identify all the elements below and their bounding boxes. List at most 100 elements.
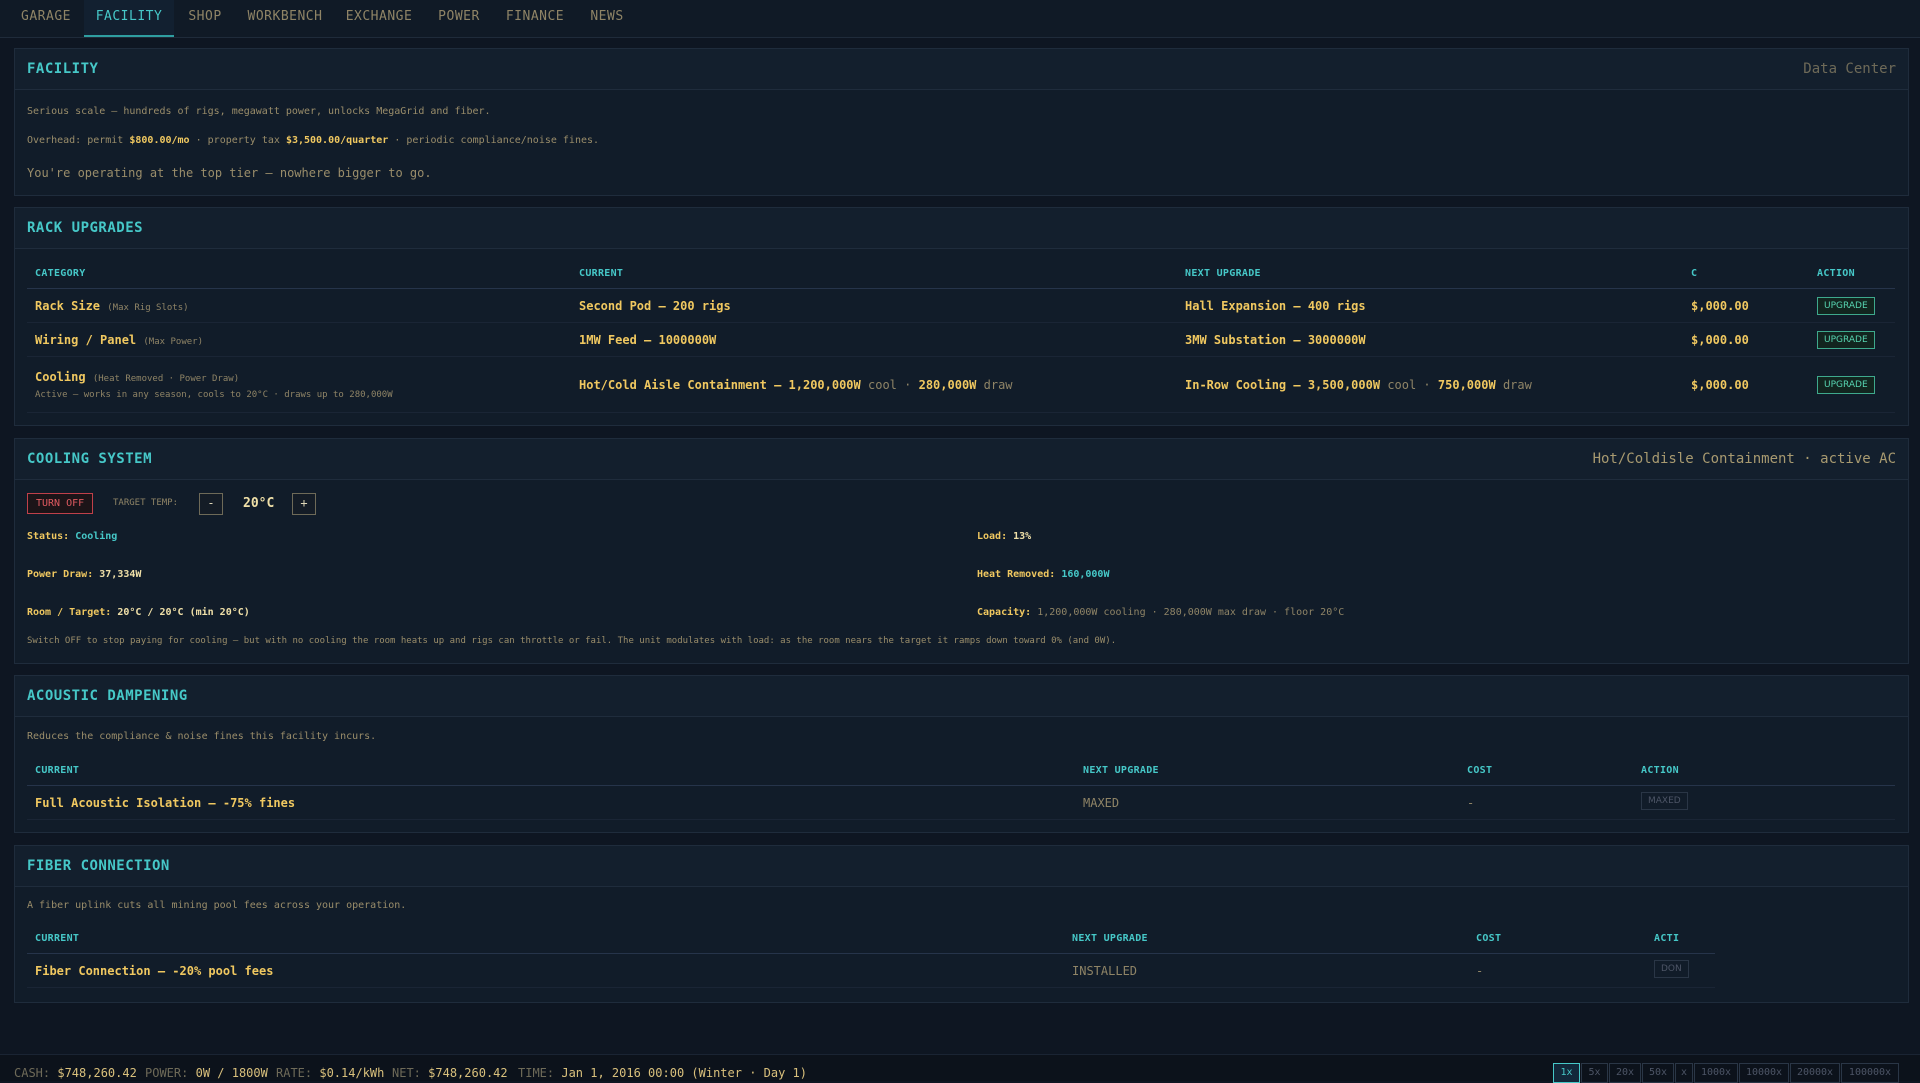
col-next-upgrade: NEXT UPGRADE: [1075, 755, 1459, 786]
tab-power[interactable]: POWER: [430, 0, 488, 35]
cooling-power-draw: Power Draw: 37,334W: [27, 569, 141, 580]
load-label: Load:: [977, 531, 1008, 542]
turn-off-button[interactable]: TURN OFF: [27, 493, 94, 514]
upgrade-wiring-button[interactable]: UPGRADE: [1817, 330, 1875, 349]
heat-removed-label: Heat Removed:: [977, 569, 1056, 580]
next-upgrade-value: 3MW Substation — 3000000W: [1177, 322, 1683, 357]
tab-garage[interactable]: GARAGE: [14, 0, 78, 35]
speed-20000x-button[interactable]: 20000x: [1790, 1063, 1840, 1083]
cooling-heat-removed: Heat Removed: 160,000W: [977, 569, 1109, 580]
overhead-prefix: Overhead: permit: [27, 135, 124, 146]
cost-value: -: [1468, 953, 1646, 988]
category-label: Wiring / Panel: [35, 332, 137, 347]
cash-label: CASH:: [14, 1066, 51, 1080]
time-value: Jan 1, 2016 00:00 (Winter · Day 1): [561, 1066, 807, 1080]
rack-header: RACK UPGRADES: [15, 208, 1908, 249]
speed-10000x-button[interactable]: 10000x: [1739, 1063, 1789, 1083]
target-temp-value: 20°C: [243, 496, 275, 511]
rack-upgrades-panel: RACK UPGRADES CATEGORY CURRENT NEXT UPGR…: [14, 207, 1909, 426]
speed-20x-button[interactable]: 20x: [1609, 1063, 1641, 1083]
net-value: $748,260.42: [428, 1066, 508, 1080]
power-label: POWER:: [145, 1066, 189, 1080]
tab-facility[interactable]: FACILITY: [84, 0, 174, 37]
upgrade-rack-size-button[interactable]: UPGRADE: [1817, 296, 1875, 315]
cost-value: $,000.00: [1683, 322, 1809, 357]
action-cell: UPGRADE: [1809, 322, 1895, 357]
action-cell: UPGRADE: [1809, 288, 1895, 323]
col-next-upgrade: NEXT UPGRADE: [1064, 923, 1468, 954]
col-action: ACTI: [1646, 923, 1715, 954]
fiber-title: FIBER CONNECTION: [27, 858, 170, 874]
tab-exchange[interactable]: EXCHANGE: [342, 0, 416, 35]
facility-tier: Data Center: [1803, 61, 1896, 77]
speed-1x-button[interactable]: 1x: [1553, 1063, 1580, 1083]
col-current: CURRENT: [571, 258, 1177, 289]
overhead-suffix: · periodic compliance/noise fines.: [394, 135, 600, 146]
col-current: CURRENT: [27, 923, 1064, 954]
current-value: Fiber Connection — -20% pool fees: [27, 953, 1064, 988]
upgrade-cooling-button[interactable]: UPGRADE: [1817, 375, 1875, 394]
status-label: Status:: [27, 531, 70, 542]
current-value: Full Acoustic Isolation — -75% fines: [27, 785, 1075, 820]
done-button[interactable]: DON: [1654, 960, 1689, 978]
temp-decrease-button[interactable]: -: [199, 493, 223, 515]
cash-readout: CASH: $748,260.42: [14, 1066, 137, 1080]
rack-table-header: CATEGORY CURRENT NEXT UPGRADE C ACTION: [27, 258, 1895, 289]
category-label: Rack Size: [35, 298, 101, 313]
rack-table: CATEGORY CURRENT NEXT UPGRADE C ACTION R…: [27, 258, 1895, 413]
speed-50x-button[interactable]: 50x: [1642, 1063, 1674, 1083]
col-action: ACTION: [1809, 258, 1895, 289]
next-upgrade-value: MAXED: [1075, 785, 1459, 820]
capacity-label: Capacity:: [977, 607, 1032, 618]
next-cool-label: cool ·: [1387, 377, 1431, 392]
cooling-capacity: Capacity: 1,200,000W cooling · 280,000W …: [977, 607, 1344, 618]
cost-value: -: [1459, 785, 1633, 820]
acoustic-description: Reduces the compliance & noise fines thi…: [27, 731, 377, 742]
acoustic-table: CURRENT NEXT UPGRADE COST ACTION Full Ac…: [27, 755, 1895, 820]
speed-1000x-button[interactable]: 1000x: [1694, 1063, 1738, 1083]
cooling-header: COOLING SYSTEM Hot/Coldisle Containment …: [15, 439, 1908, 480]
power-draw-label: Power Draw:: [27, 569, 94, 580]
cooling-status: Status: Cooling: [27, 531, 117, 542]
table-row: Wiring / Panel (Max Power) 1MW Feed — 10…: [27, 322, 1895, 357]
permit-cost: $800.00/mo: [129, 135, 190, 146]
tab-shop[interactable]: SHOP: [180, 0, 230, 35]
maxed-button[interactable]: MAXED: [1641, 792, 1688, 810]
current-cooling: Hot/Cold Aisle Containment — 1,200,000W: [579, 377, 861, 392]
fiber-description: A fiber uplink cuts all mining pool fees…: [27, 900, 407, 911]
current-draw: 280,000W: [918, 377, 977, 392]
speed-x-button[interactable]: x: [1675, 1063, 1693, 1083]
next-upgrade-value: INSTALLED: [1064, 953, 1468, 988]
fiber-table-header: CURRENT NEXT UPGRADE COST ACTI: [27, 923, 1715, 954]
tab-workbench[interactable]: WORKBENCH: [244, 0, 326, 35]
acoustic-title: ACOUSTIC DAMPENING: [27, 688, 188, 704]
table-row: Rack Size (Max Rig Slots) Second Pod — 2…: [27, 288, 1895, 323]
wiring-category: Wiring / Panel (Max Power): [27, 322, 571, 357]
rack-size-category: Rack Size (Max Rig Slots): [27, 288, 571, 323]
table-row: Cooling (Heat Removed · Power Draw) Acti…: [27, 356, 1895, 413]
power-readout: POWER: 0W / 1800W: [145, 1066, 268, 1080]
tab-news[interactable]: NEWS: [582, 0, 632, 35]
status-bar: CASH: $748,260.42 POWER: 0W / 1800W RATE…: [0, 1054, 1920, 1083]
facility-header: FACILITY Data Center: [15, 49, 1908, 90]
top-tier-note: You're operating at the top tier — nowhe…: [27, 166, 432, 180]
speed-100000x-button[interactable]: 100000x: [1841, 1063, 1899, 1083]
speed-5x-button[interactable]: 5x: [1581, 1063, 1608, 1083]
power-draw-value: 37,334W: [99, 569, 142, 580]
current-draw-label: draw: [983, 377, 1013, 392]
net-label: NET:: [392, 1066, 421, 1080]
tab-finance[interactable]: FINANCE: [502, 0, 568, 35]
category-sub: (Heat Removed · Power Draw): [92, 373, 240, 384]
col-cost: COST: [1459, 755, 1633, 786]
property-tax: $3,500.00/quarter: [285, 135, 389, 146]
table-row: Full Acoustic Isolation — -75% fines MAX…: [27, 785, 1895, 820]
cooling-category: Cooling (Heat Removed · Power Draw) Acti…: [27, 356, 571, 413]
room-target-value: 20°C / 20°C (min 20°C): [117, 607, 250, 618]
temp-increase-button[interactable]: +: [292, 493, 316, 515]
time-readout: TIME: Jan 1, 2016 00:00 (Winter · Day 1): [518, 1066, 807, 1080]
current-value: 1MW Feed — 1000000W: [571, 322, 1177, 357]
fiber-header: FIBER CONNECTION: [15, 846, 1908, 887]
facility-panel: FACILITY Data Center Serious scale — hun…: [14, 48, 1909, 196]
cooling-note: Switch OFF to stop paying for cooling — …: [27, 636, 1117, 646]
net-readout: NET: $748,260.42: [392, 1066, 508, 1080]
